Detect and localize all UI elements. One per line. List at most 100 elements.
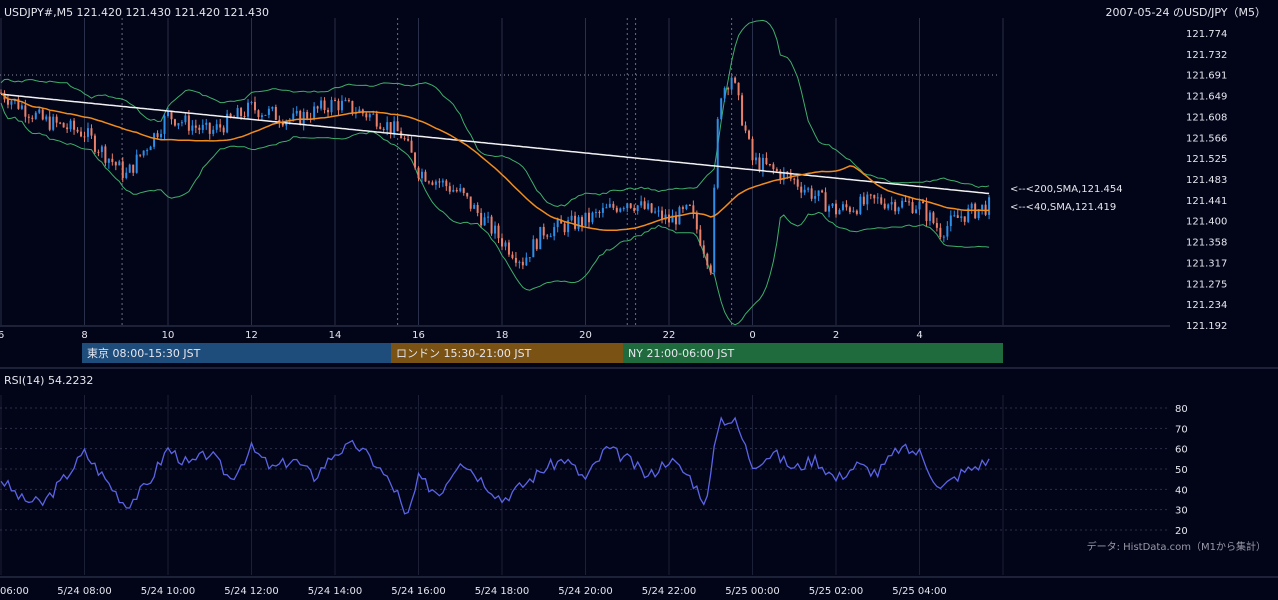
candle-body (640, 201, 643, 206)
candle-body (615, 207, 618, 212)
candle-body (688, 204, 691, 206)
candle-body (330, 99, 333, 113)
candle-body (45, 116, 48, 120)
hour-tick-label: 10 (162, 330, 175, 341)
candle-body (163, 116, 166, 134)
candle-body (657, 210, 660, 212)
candle-body (563, 223, 566, 233)
candle-body (835, 203, 837, 215)
candle-body (970, 203, 973, 209)
candle-body (389, 122, 392, 134)
hour-tick-label: 18 (496, 330, 509, 341)
candle-body (128, 164, 131, 173)
candle-body (741, 95, 744, 126)
candle-body (480, 212, 483, 226)
candle-body (83, 136, 86, 138)
date-tick-label: 5/25 02:00 (809, 586, 863, 597)
candle-body (841, 204, 844, 210)
candle-body (379, 126, 382, 129)
candle-body (375, 113, 378, 127)
candle-body (730, 77, 733, 90)
price-tick-label: 121.400 (1186, 217, 1227, 228)
candle-body (66, 127, 69, 130)
candle-body (897, 207, 900, 212)
price-tick-label: 121.483 (1186, 175, 1227, 186)
date-tick-label: 5/24 14:00 (308, 586, 362, 597)
candle-body (727, 88, 730, 90)
candle-body (80, 131, 83, 137)
rsi-tick-label: 40 (1175, 485, 1188, 496)
candle-body (73, 120, 76, 130)
candle-body (507, 242, 510, 255)
candle-body (622, 208, 625, 210)
candle-body (859, 196, 862, 214)
candle-body (194, 125, 197, 128)
candle-body (521, 261, 524, 266)
candle-body (629, 203, 632, 208)
source-note: データ: HistData.com（M1から集計） (1087, 540, 1266, 553)
candle-body (619, 208, 622, 212)
candle-body (953, 215, 956, 217)
candle-body (410, 140, 413, 153)
candle-body (264, 114, 267, 116)
candle-body (852, 210, 855, 212)
candle-body (956, 215, 959, 218)
date-tick-label: 5/24 18:00 (475, 586, 529, 597)
candle-body (250, 101, 253, 103)
usdjpy-chart: USDJPY#,M5 121.420 121.430 121.420 121.4… (0, 0, 1278, 600)
candle-body (744, 125, 747, 131)
candle-body (633, 207, 636, 212)
candle-body (347, 100, 350, 102)
candle-body (24, 105, 27, 117)
candle-body (323, 100, 326, 111)
candle-body (344, 100, 347, 102)
candle-body (184, 115, 187, 123)
price-tick-label: 121.441 (1186, 196, 1227, 207)
rsi-tick-label: 20 (1175, 526, 1188, 537)
candle-body (191, 125, 194, 131)
candle-body (862, 196, 865, 205)
candle-body (316, 106, 319, 109)
candle-body (988, 197, 991, 215)
candle-body (431, 182, 434, 185)
candle-body (139, 154, 142, 156)
candle-body (681, 207, 684, 209)
candle-body (685, 204, 688, 209)
candle-body (27, 116, 30, 118)
candle-body (125, 172, 128, 179)
candle-body (118, 161, 121, 166)
candle-body (553, 227, 556, 237)
candle-body (424, 171, 427, 182)
candle-body (260, 115, 263, 118)
candle-body (758, 157, 761, 171)
candle-body (396, 121, 399, 132)
candle-body (699, 229, 702, 246)
candle-body (901, 200, 904, 208)
candle-body (754, 157, 757, 161)
candle-body (883, 203, 886, 209)
candle-body (709, 265, 712, 273)
candle-body (393, 121, 396, 134)
candle-body (772, 164, 775, 170)
candle-body (334, 99, 336, 101)
candle-body (748, 130, 751, 139)
candle-body (222, 127, 225, 133)
hour-tick-label: 6 (0, 330, 4, 341)
candle-body (887, 204, 890, 209)
date-tick-label: 5/24 22:00 (642, 586, 696, 597)
candle-body (525, 257, 528, 266)
candle-body (156, 133, 159, 138)
candle-body (104, 146, 107, 163)
candle-body (187, 115, 190, 131)
candle-body (236, 108, 239, 118)
candle-body (417, 167, 420, 179)
price-tick-label: 121.649 (1186, 92, 1227, 103)
candle-body (716, 119, 719, 188)
candle-body (135, 154, 138, 173)
candle-body (647, 203, 650, 209)
rsi-tick-label: 50 (1175, 465, 1188, 476)
price-tick-label: 121.358 (1186, 238, 1227, 249)
rsi-tick-label: 30 (1175, 506, 1188, 517)
candle-body (340, 100, 343, 111)
candle-body (69, 120, 72, 130)
